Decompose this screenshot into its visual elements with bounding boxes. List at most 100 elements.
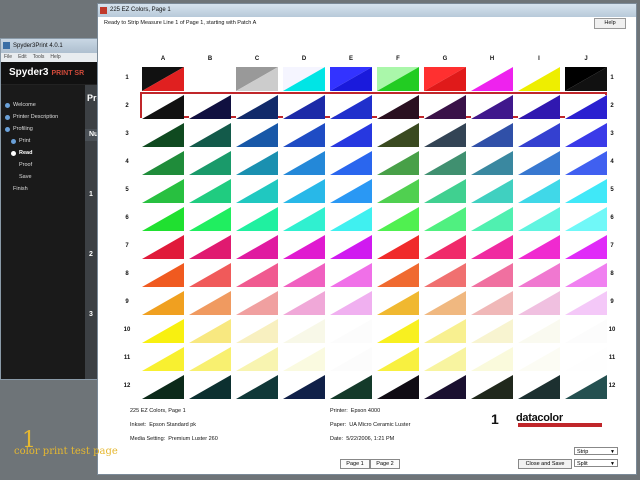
color-patch-f1 (377, 67, 419, 91)
color-patch-i8 (518, 263, 560, 287)
panel-number: 3 (89, 311, 93, 318)
color-patch-a10 (142, 319, 184, 343)
color-patch-g6 (424, 207, 466, 231)
color-patch-c11 (236, 347, 278, 371)
color-patch-j11 (565, 347, 607, 371)
color-patch-d1 (283, 67, 325, 91)
mode-select[interactable]: Strip ▼ (574, 447, 618, 455)
column-label-a: A (160, 56, 166, 62)
color-patch-j12 (565, 375, 607, 399)
color-patch-g3 (424, 123, 466, 147)
color-patch-a4 (142, 151, 184, 175)
column-label-e: E (348, 56, 353, 62)
date-info: Date: 5/22/2006, 1:21 PM (330, 436, 394, 442)
color-patch-e10 (330, 319, 372, 343)
color-patch-e4 (330, 151, 372, 175)
color-patch-h3 (471, 123, 513, 147)
step-proof[interactable]: Proof (5, 159, 58, 171)
color-patch-h11 (471, 347, 513, 371)
color-patch-c7 (236, 235, 278, 259)
color-patch-d9 (283, 291, 325, 315)
row-label-10: 10 (608, 327, 616, 333)
step-save[interactable]: Save (5, 171, 58, 183)
color-patch-i11 (518, 347, 560, 371)
color-patch-h12 (471, 375, 513, 399)
color-patch-f3 (377, 123, 419, 147)
step-label: Printer Description (13, 114, 59, 120)
split-select[interactable]: Split ▼ (574, 459, 618, 467)
close-and-save-button[interactable]: Close and Save (518, 459, 572, 469)
color-patch-i1 (518, 67, 560, 91)
color-patch-a6 (142, 207, 184, 231)
menu-help[interactable]: Help (50, 53, 60, 62)
color-patch-a9 (142, 291, 184, 315)
row-label-2: 2 (610, 103, 614, 109)
row-label-8: 8 (610, 271, 614, 277)
color-patch-a11 (142, 347, 184, 371)
row-label-10: 10 (123, 327, 131, 333)
menu-edit[interactable]: Edit (18, 53, 27, 62)
color-patch-j8 (565, 263, 607, 287)
row-label-9: 9 (610, 299, 614, 305)
color-patch-c10 (236, 319, 278, 343)
color-patch-b3 (189, 123, 231, 147)
watermark-text: color print test page (14, 446, 118, 457)
row-label-9: 9 (125, 299, 129, 305)
color-patch-i4 (518, 151, 560, 175)
color-patch-e5 (330, 179, 372, 203)
color-patch-j7 (565, 235, 607, 259)
row-label-1: 1 (610, 75, 614, 81)
color-patch-d6 (283, 207, 325, 231)
chevron-down-icon: ▼ (610, 449, 615, 455)
color-patch-f2 (377, 95, 419, 119)
ez-title-bar: 225 EZ Colors, Page 1 (98, 4, 636, 17)
paper-info: Paper: UA Micro Ceramic Luster (330, 422, 410, 428)
step-printer-description[interactable]: Printer Description (5, 111, 58, 123)
column-label-f: F (396, 56, 400, 62)
column-label-i: I (538, 56, 540, 62)
step-pending-icon (11, 175, 16, 180)
color-patch-c6 (236, 207, 278, 231)
row-label-2: 2 (125, 103, 129, 109)
color-patch-e3 (330, 123, 372, 147)
step-label: Read (19, 150, 33, 156)
step-profiling[interactable]: Profiling (5, 123, 58, 135)
color-patch-f8 (377, 263, 419, 287)
page-1-tab[interactable]: Page 1 (340, 459, 370, 469)
color-patch-e8 (330, 263, 372, 287)
color-patch-a1 (142, 67, 184, 91)
color-patch-b8 (189, 263, 231, 287)
spyder-title: Spyder3Print 4.0.1 (13, 43, 63, 49)
color-patch-c2 (236, 95, 278, 119)
color-patch-i10 (518, 319, 560, 343)
color-patch-j9 (565, 291, 607, 315)
color-patch-e12 (330, 375, 372, 399)
menu-tools[interactable]: Tools (33, 53, 45, 62)
color-patch-j5 (565, 179, 607, 203)
page-2-tab[interactable]: Page 2 (370, 459, 400, 469)
color-patch-b2 (189, 95, 231, 119)
color-patch-f4 (377, 151, 419, 175)
step-print[interactable]: Print (5, 135, 58, 147)
media-label: Media Setting: (130, 436, 166, 442)
color-patch-b7 (189, 235, 231, 259)
step-welcome[interactable]: Welcome (5, 99, 58, 111)
help-button[interactable]: Help (594, 18, 626, 29)
column-label-h: H (489, 56, 495, 62)
step-label: Print (19, 138, 31, 144)
step-finish[interactable]: Finish (5, 183, 58, 195)
color-patch-h7 (471, 235, 513, 259)
color-patch-f5 (377, 179, 419, 203)
column-label-j: J (584, 56, 588, 62)
menu-file[interactable]: File (4, 53, 12, 62)
color-patch-g11 (424, 347, 466, 371)
media-info: Media Setting: Premium Luster 260 (130, 436, 218, 442)
chevron-down-icon: ▼ (610, 461, 615, 467)
column-label-b: B (207, 56, 213, 62)
color-patch-e9 (330, 291, 372, 315)
step-label: Finish (13, 186, 28, 192)
row-label-7: 7 (610, 243, 614, 249)
step-read[interactable]: Read (5, 147, 58, 159)
color-patch-a7 (142, 235, 184, 259)
color-patch-h10 (471, 319, 513, 343)
